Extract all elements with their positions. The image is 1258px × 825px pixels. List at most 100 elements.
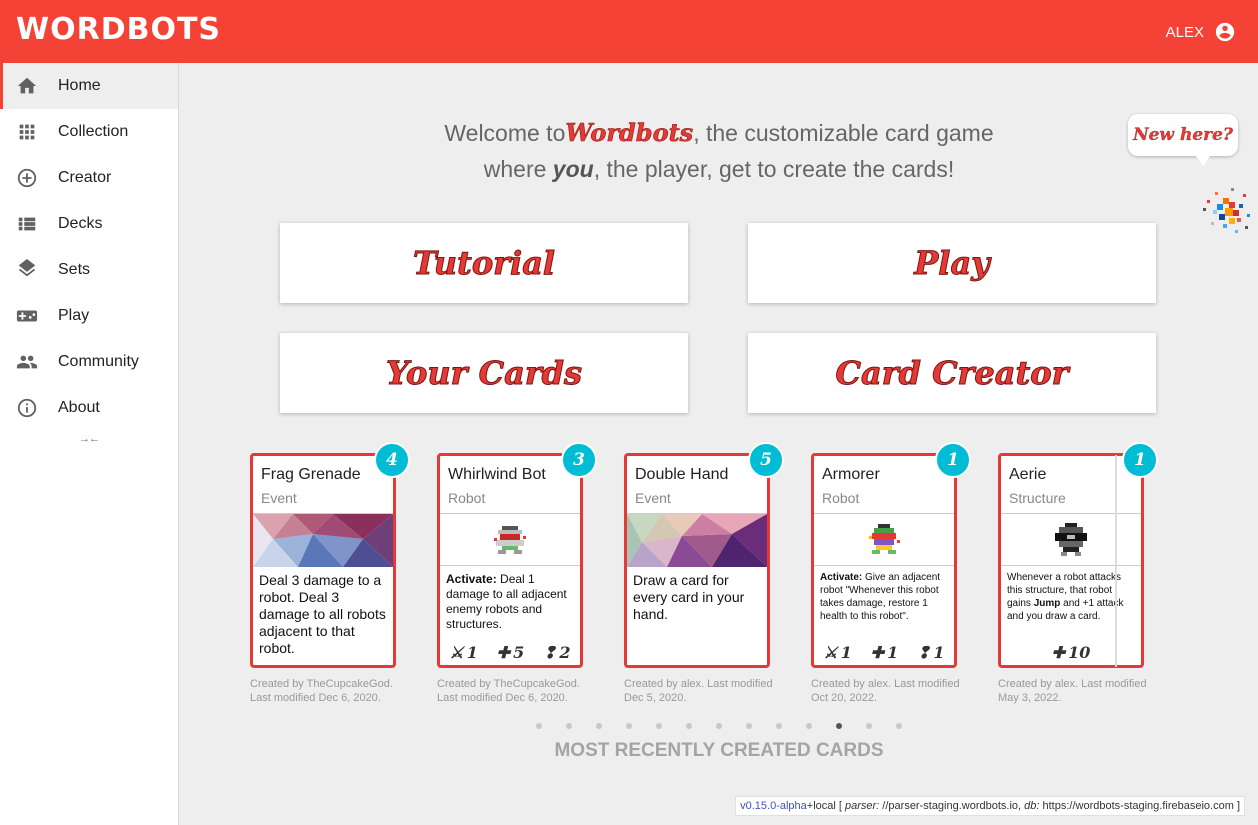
sidebar-item-label: Community (58, 353, 139, 370)
welcome-line2-a: where (483, 156, 553, 182)
attack-value: 1 (840, 643, 852, 662)
card-art (814, 513, 954, 566)
sword-icon: ⚔ (823, 643, 838, 662)
layers-icon (16, 259, 38, 281)
recent-cards-carousel: 4 Frag Grenade Event Deal 3 damage to a … (250, 442, 1190, 711)
add-circle-icon (16, 167, 38, 189)
carousel-dot[interactable] (746, 723, 752, 729)
card-body: Aerie Structure Whenever a robot attacks… (998, 453, 1144, 668)
health-stat: ✚ 5 (497, 643, 525, 662)
card-cost-badge: 4 (374, 442, 410, 478)
sidebar-item-play[interactable]: Play (0, 293, 178, 339)
card-cost-badge: 3 (561, 442, 597, 478)
carousel-dot[interactable] (686, 723, 692, 729)
card-meta: Created by TheCupcakeGod. Last modified … (437, 678, 580, 704)
app-logo[interactable]: WORDBOTS (16, 12, 221, 47)
carousel-dot[interactable] (836, 723, 842, 729)
health-value: 1 (887, 643, 899, 662)
health-value: 5 (513, 643, 525, 662)
card-text: Whenever a robot attacks this structure,… (1007, 571, 1137, 623)
sidebar-item-about[interactable]: About (0, 385, 178, 431)
carousel-dot[interactable] (596, 723, 602, 729)
welcome-emphasis: you (552, 156, 594, 182)
list-icon (16, 213, 38, 235)
play-button[interactable]: Play (748, 223, 1156, 303)
health-cross-icon: ✚ (870, 643, 885, 662)
grid-icon (16, 121, 38, 143)
carousel-dots (180, 723, 1258, 729)
gamepad-icon (16, 305, 38, 327)
card-text: Activate: Give an adjacent robot "Whenev… (820, 571, 950, 623)
recent-cards-heading: MOST RECENTLY CREATED CARDS (554, 740, 884, 761)
card-name: Aerie (1009, 466, 1047, 483)
card-name: Armorer (822, 466, 880, 483)
app-bar: WORDBOTS ALEX (0, 0, 1258, 63)
health-cross-icon: ✚ (1051, 643, 1066, 662)
carousel-dot[interactable] (656, 723, 662, 729)
card-stats: ✚ 10 (1001, 643, 1141, 662)
card-meta: Created by alex. Last modified May 3, 20… (998, 678, 1147, 704)
speed-stat: ❢ 2 (543, 643, 571, 662)
card-body: Armorer Robot Activate: Give an adjacent… (811, 453, 957, 668)
card-name: Double Hand (635, 466, 729, 483)
welcome-line2-b: , the player, get to create the cards! (593, 156, 955, 182)
db-url: https://wordbots-staging.firebaseio.com … (1039, 800, 1241, 812)
carousel-dot[interactable] (566, 723, 572, 729)
card-name: Frag Grenade (261, 466, 361, 483)
sidebar-item-decks[interactable]: Decks (0, 201, 178, 247)
collapse-sidebar-button[interactable]: →← (79, 433, 100, 445)
sidebar-item-label: About (58, 399, 100, 416)
card-type: Event (261, 490, 297, 506)
card-meta: Created by TheCupcakeGod. Last modified … (250, 678, 393, 704)
carousel-dot[interactable] (626, 723, 632, 729)
carousel-dot[interactable] (896, 723, 902, 729)
sidebar-item-label: Decks (58, 215, 103, 232)
sidebar-item-label: Sets (58, 261, 91, 278)
footprints-icon: ❢ (917, 643, 931, 662)
card-type: Robot (448, 490, 486, 506)
carousel-dot[interactable] (716, 723, 722, 729)
sidebar-item-label: Home (58, 77, 101, 94)
attack-value: 1 (466, 643, 478, 662)
sidebar: Home Collection Creator Decks Sets Play … (0, 63, 179, 825)
sidebar-item-label: Collection (58, 123, 129, 140)
account-circle-icon (1215, 22, 1235, 42)
sidebar-item-sets[interactable]: Sets (0, 247, 178, 293)
parser-label: parser: (845, 800, 880, 812)
welcome-brand: Wordbots (565, 118, 694, 148)
carousel-dot[interactable] (536, 723, 542, 729)
sidebar-item-creator[interactable]: Creator (0, 155, 178, 201)
card-creator-button[interactable]: Card Creator (748, 333, 1156, 413)
new-here-bubble[interactable]: New here? (1128, 114, 1238, 166)
health-cross-icon: ✚ (496, 643, 511, 662)
footprints-icon: ❢ (543, 643, 557, 662)
card-body: Double Hand Event Draw a card for every … (624, 453, 770, 668)
attack-stat: ⚔ 1 (823, 643, 851, 662)
info-icon (16, 397, 38, 419)
sidebar-item-home[interactable]: Home (0, 63, 178, 109)
carousel-dot[interactable] (806, 723, 812, 729)
health-value: 10 (1068, 643, 1091, 662)
speed-value: 1 (933, 643, 945, 662)
carousel-dot[interactable] (776, 723, 782, 729)
sidebar-item-community[interactable]: Community (0, 339, 178, 385)
card-stats: ⚔ 1 ✚ 1 ❢ 1 (814, 643, 954, 662)
your-cards-button[interactable]: Your Cards (280, 333, 688, 413)
card-name: Whirlwind Bot (448, 466, 546, 483)
tutorial-button[interactable]: Tutorial (280, 223, 688, 303)
main-content: Welcome toWordbots, the customizable car… (180, 63, 1258, 825)
sidebar-item-collection[interactable]: Collection (0, 109, 178, 155)
version-info: v0.15.0-alpha+local [ parser: //parser-s… (735, 796, 1245, 816)
card-keyword: Activate: (446, 572, 497, 586)
sidebar-item-label: Creator (58, 169, 112, 186)
sword-icon: ⚔ (449, 643, 464, 662)
health-stat: ✚ 10 (1052, 643, 1091, 662)
carousel-dot[interactable] (866, 723, 872, 729)
welcome-prefix: Welcome to (444, 120, 566, 146)
people-icon (16, 351, 38, 373)
card-body: Whirlwind Bot Robot Activate: Deal 1 dam… (437, 453, 583, 668)
user-menu[interactable]: ALEX (1166, 21, 1236, 43)
carousel-next-edge[interactable] (1115, 455, 1117, 667)
mascot-robot-icon[interactable] (1195, 178, 1257, 248)
speed-value: 2 (559, 643, 571, 662)
